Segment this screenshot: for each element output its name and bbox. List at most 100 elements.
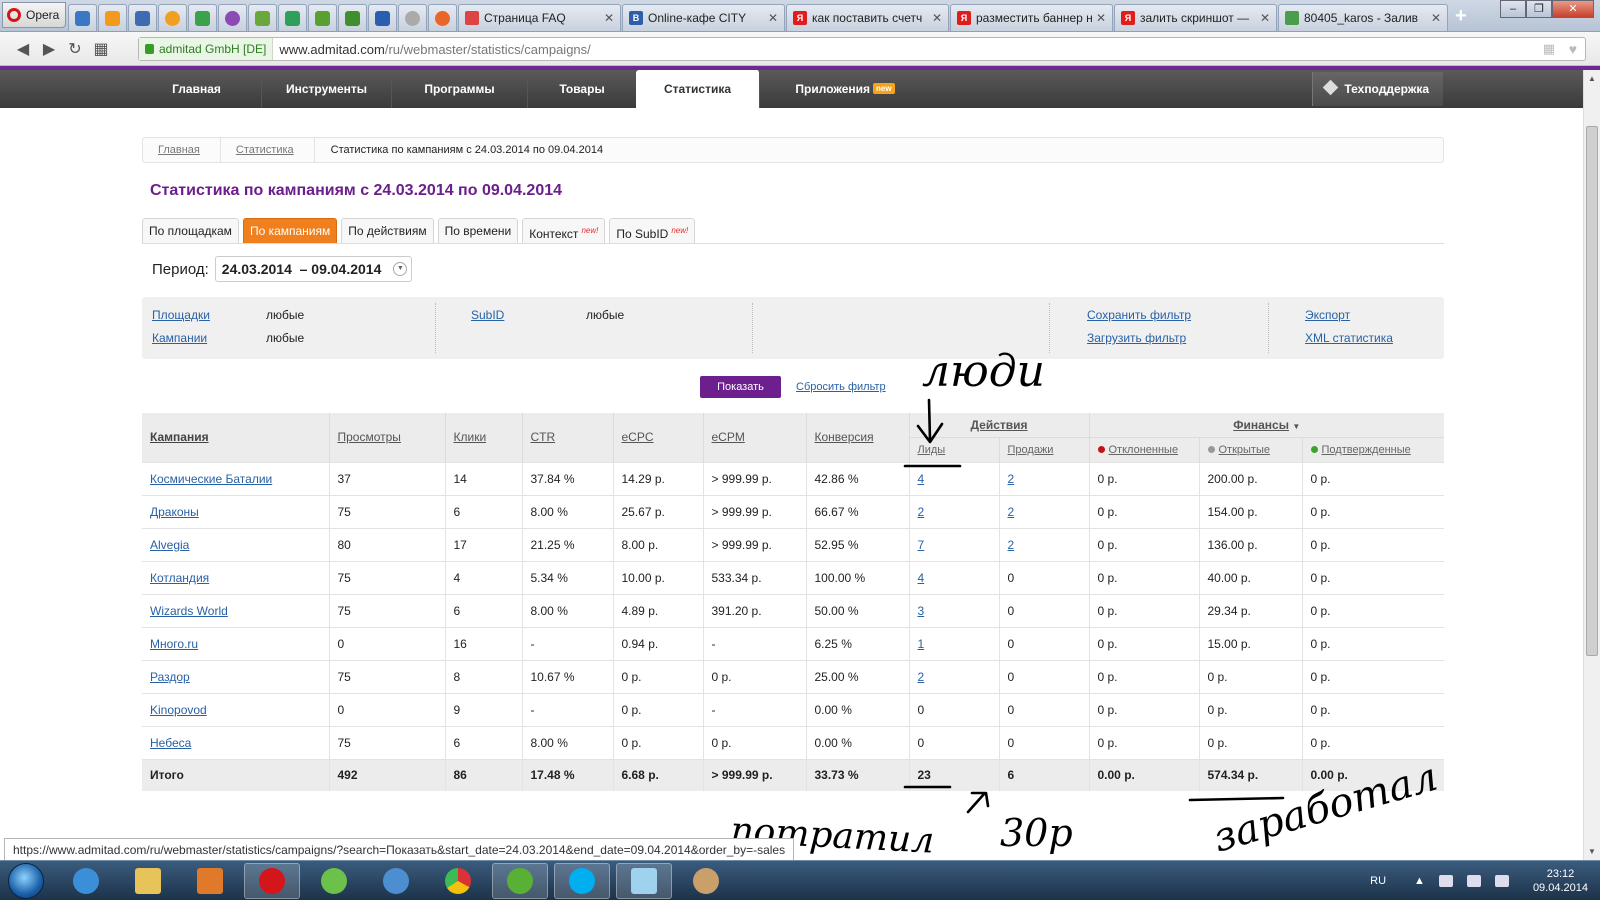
close-tab-icon[interactable]: ✕ [1096, 11, 1106, 25]
tab-by-actions[interactable]: По действиям [341, 218, 434, 243]
heart-icon[interactable]: ♥ [1569, 41, 1577, 57]
close-tab-icon[interactable]: ✕ [1260, 11, 1270, 25]
speed-dial-grid-icon[interactable]: ▦ [88, 39, 114, 59]
export-link[interactable]: Экспорт [1305, 308, 1350, 322]
col-ctr[interactable]: CTR [521, 413, 613, 462]
vertical-scrollbar[interactable]: ▲ ▼ [1583, 70, 1600, 860]
taskbar-ie[interactable] [58, 863, 114, 899]
tab-by-sites[interactable]: По площадкам [142, 218, 239, 243]
volume-icon[interactable] [1494, 875, 1509, 887]
back-arrow-icon[interactable]: ◀ [10, 39, 36, 59]
scroll-down-arrow-icon[interactable]: ▼ [1588, 847, 1596, 856]
language-indicator[interactable]: RU [1370, 875, 1386, 887]
pinned-tab[interactable] [68, 4, 97, 31]
taskbar-paint[interactable] [678, 863, 734, 899]
cell-link[interactable]: 7 [918, 538, 925, 552]
browser-tab[interactable]: Я разместить баннер н ✕ [950, 4, 1113, 31]
cell-link[interactable]: Wizards World [150, 604, 228, 618]
cell-link[interactable]: Космические Баталии [150, 472, 272, 486]
pinned-tab[interactable] [158, 4, 187, 31]
network-icon[interactable] [1466, 875, 1481, 887]
col-sales[interactable]: Продажи [998, 436, 1089, 462]
col-views[interactable]: Просмотры [328, 413, 445, 462]
taskbar-skype[interactable] [554, 862, 610, 899]
filter-sites-link[interactable]: Площадки [152, 308, 210, 322]
cell-link[interactable]: Драконы [150, 505, 199, 519]
new-tab-button[interactable]: + [1455, 6, 1477, 28]
xml-stats-link[interactable]: XML статистика [1305, 331, 1393, 345]
close-window-button[interactable]: ✕ [1552, 0, 1594, 18]
group-finance[interactable]: Финансы ▼ [1088, 413, 1444, 437]
nav-item-statistics[interactable]: Статистика [636, 70, 760, 108]
nav-item-apps[interactable]: Приложения new [760, 70, 930, 108]
taskbar-explorer[interactable] [120, 863, 176, 899]
cell-link[interactable]: 2 [1008, 472, 1015, 486]
scroll-up-arrow-icon[interactable]: ▲ [1588, 74, 1596, 83]
cell-link[interactable]: Раздор [150, 670, 190, 684]
cell-link[interactable]: 4 [918, 571, 925, 585]
group-actions[interactable]: Действия [908, 413, 1089, 437]
browser-tab[interactable]: Я залить скриншот — ✕ [1114, 4, 1277, 31]
pinned-tab[interactable] [248, 4, 277, 31]
cell-link[interactable]: Много.ru [150, 637, 198, 651]
tab-by-campaigns[interactable]: По кампаниям [242, 218, 338, 243]
col-campaign[interactable]: Кампания [142, 413, 329, 462]
taskbar-utorrent[interactable] [492, 862, 548, 899]
taskbar-media[interactable] [182, 863, 238, 899]
period-dropdown[interactable]: 24.03.2014 – 09.04.2014 ▼ [214, 256, 413, 282]
tab-context[interactable]: Контекст new! [522, 218, 606, 243]
taskbar-notepad[interactable] [616, 862, 672, 899]
pinned-tab[interactable] [428, 4, 457, 31]
nav-item-tools[interactable]: Инструменты [262, 70, 392, 108]
security-badge[interactable]: admitad GmbH [DE] [139, 38, 274, 60]
start-button[interactable] [8, 862, 44, 899]
reset-filter-link[interactable]: Сбросить фильтр [796, 381, 886, 393]
address-field[interactable]: admitad GmbH [DE] www.admitad.com/ru/web… [138, 37, 1586, 61]
pinned-tab[interactable] [398, 4, 427, 31]
cell-link[interactable]: 1 [918, 637, 925, 651]
col-ecpc[interactable]: eCPC [612, 413, 703, 462]
col-conversion[interactable]: Конверсия [805, 413, 909, 462]
clock[interactable]: 23:12 09.04.2014 [1533, 867, 1588, 895]
pinned-tab[interactable] [188, 4, 217, 31]
close-tab-icon[interactable]: ✕ [1431, 11, 1441, 25]
action-center-icon[interactable] [1438, 875, 1453, 887]
browser-tab[interactable]: B Online-кафе CITY ✕ [622, 4, 785, 31]
tab-by-time[interactable]: По времени [437, 218, 519, 243]
taskbar-globe[interactable] [368, 863, 424, 899]
filter-campaigns-link[interactable]: Кампании [152, 331, 207, 345]
scroll-thumb[interactable] [1586, 126, 1598, 656]
tray-expand-icon[interactable]: ▲ [1414, 875, 1425, 887]
close-tab-icon[interactable]: ✕ [604, 11, 614, 25]
opera-menu-button[interactable]: Opera [2, 2, 66, 28]
pinned-tab[interactable] [98, 4, 127, 31]
filter-subid-link[interactable]: SubID [471, 308, 504, 322]
reload-icon[interactable]: ↻ [62, 39, 88, 59]
pinned-tab[interactable] [218, 4, 247, 31]
nav-item-home[interactable]: Главная [132, 70, 262, 108]
pinned-tab[interactable] [308, 4, 337, 31]
taskbar-icq[interactable] [306, 863, 362, 899]
cell-link[interactable]: 2 [918, 670, 925, 684]
nav-item-goods[interactable]: Товары [528, 70, 636, 108]
taskbar-chrome[interactable] [430, 863, 486, 899]
browser-tab[interactable]: 80405_karos - Залив ✕ [1278, 4, 1448, 31]
browser-tab[interactable]: Я как поставить счетч ✕ [786, 4, 949, 31]
nav-item-programs[interactable]: Программы [392, 70, 528, 108]
col-clicks[interactable]: Клики [444, 413, 522, 462]
browser-tab[interactable]: Страница FAQ ✕ [458, 4, 621, 31]
support-button[interactable]: Техподдержка [1312, 72, 1443, 106]
col-rejected[interactable]: Отклоненные [1088, 436, 1199, 462]
grid-icon[interactable]: ▦ [1543, 41, 1555, 57]
cell-link[interactable]: 2 [918, 505, 925, 519]
pinned-tab[interactable] [278, 4, 307, 31]
pinned-tab[interactable] [128, 4, 157, 31]
pinned-tab[interactable] [368, 4, 397, 31]
close-tab-icon[interactable]: ✕ [932, 11, 942, 25]
minimize-button[interactable]: – [1500, 0, 1526, 18]
cell-link[interactable]: Kinopovod [150, 703, 207, 717]
col-confirmed[interactable]: Подтвержденные [1301, 436, 1444, 462]
breadcrumb-stats[interactable]: Статистика [221, 138, 315, 162]
cell-link[interactable]: 3 [918, 604, 925, 618]
maximize-button[interactable]: ❐ [1526, 0, 1552, 18]
